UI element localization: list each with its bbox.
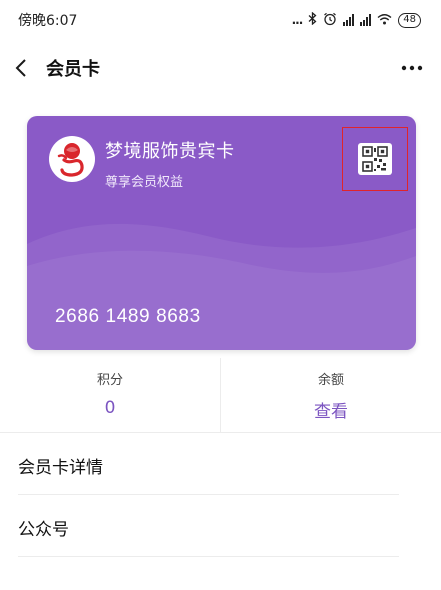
more-icon: [401, 65, 423, 71]
card-subtitle: 尊享会员权益: [105, 175, 184, 190]
signal-hd-icon: [360, 14, 372, 26]
divider: [18, 556, 399, 557]
points-value: 0: [104, 398, 116, 418]
page-title: 会员卡: [46, 59, 100, 80]
rose-logo-icon: [49, 136, 95, 182]
status-icons: ... 48: [291, 11, 421, 29]
view-balance-link[interactable]: 查看: [314, 397, 348, 422]
status-time: 傍晚6:07: [18, 13, 78, 29]
qr-code-button[interactable]: [342, 127, 408, 191]
member-card[interactable]: 梦境服饰贵宾卡 尊享会员权益 2686 1489 8683: [27, 116, 416, 350]
card-details-row[interactable]: 会员卡详情: [0, 434, 441, 496]
alarm-icon: [323, 12, 337, 29]
bluetooth-icon: [308, 11, 317, 28]
balance-label: 余额: [317, 373, 344, 388]
nav-bar: 会员卡: [0, 40, 441, 96]
card-stats: 积分 0 余额 查看: [0, 358, 441, 432]
status-bar: 傍晚6:07 ... 48: [0, 0, 441, 40]
notification-dots: ...: [291, 13, 304, 27]
card-number: 2686 1489 8683: [55, 306, 201, 327]
battery-icon: 48: [398, 12, 421, 28]
more-button[interactable]: [397, 54, 427, 82]
balance-stat[interactable]: 余额 查看: [220, 358, 441, 432]
wifi-icon: [377, 13, 392, 28]
divider: [18, 494, 399, 495]
points-stat[interactable]: 积分 0: [0, 358, 220, 432]
back-button[interactable]: [14, 54, 38, 82]
points-label: 积分: [96, 373, 123, 388]
signal-icon: [343, 14, 355, 26]
back-icon: [15, 59, 26, 77]
card-name: 梦境服饰贵宾卡: [105, 141, 235, 162]
divider: [0, 432, 441, 433]
qr-code-icon: [358, 143, 392, 175]
official-account-row[interactable]: 公众号: [0, 496, 441, 558]
